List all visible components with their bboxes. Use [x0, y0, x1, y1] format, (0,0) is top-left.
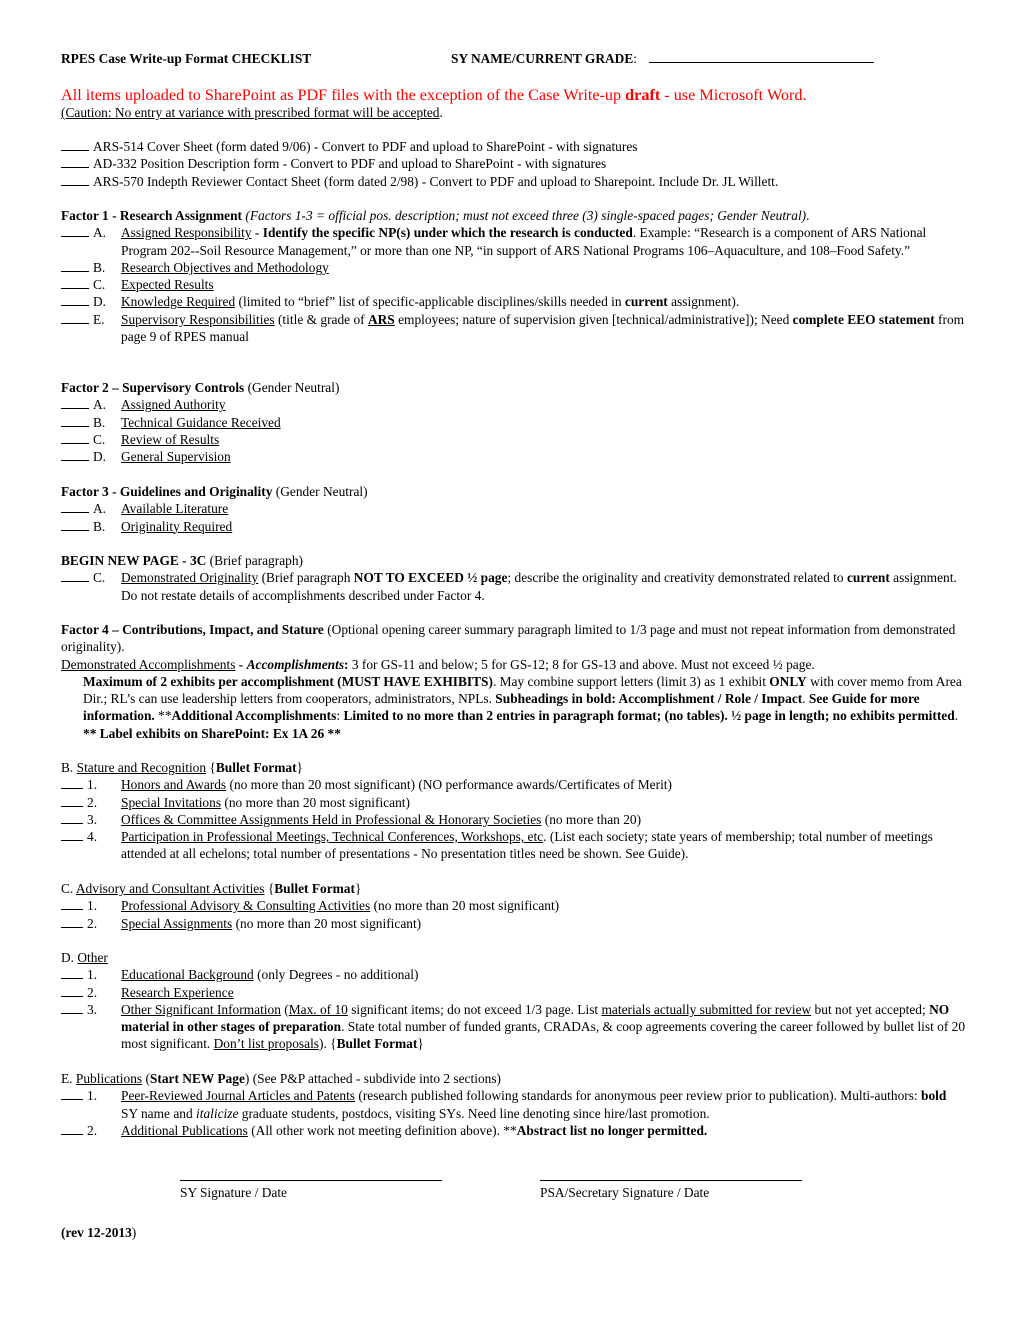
checkbox-line[interactable] [61, 1122, 83, 1135]
checklist-item: 1. Peer-Reviewed Journal Articles and Pa… [61, 1087, 966, 1122]
psa-signature-label: PSA/Secretary Signature / Date [540, 1185, 710, 1200]
section-d-heading: D. Other [61, 950, 108, 965]
psa-signature-field[interactable]: PSA/Secretary Signature / Date [540, 1180, 802, 1201]
checkbox-line[interactable] [61, 224, 89, 238]
checkbox-line[interactable] [61, 915, 83, 928]
checkbox-line[interactable] [61, 569, 89, 583]
section-c-heading: C. Advisory and Consultant Activities {B… [61, 881, 362, 896]
checklist-item: 1. Honors and Awards (no more than 20 mos… [61, 776, 966, 793]
document-title: RPES Case Write-up Format CHECKLIST [61, 51, 312, 66]
sy-signature-field[interactable]: SY Signature / Date [180, 1180, 442, 1201]
signature-line [180, 1180, 442, 1181]
checkbox-line[interactable] [61, 431, 89, 444]
checklist-item: C. Demonstrated Originality (Brief parag… [61, 569, 966, 604]
checkbox-line[interactable] [61, 828, 83, 842]
checklist-item: C. Expected Results [61, 276, 966, 293]
checklist-item: C. Review of Results [61, 431, 966, 448]
checklist-item: 2. Special Assignments (no more than 20 m… [61, 915, 966, 932]
new-page-3c-heading: BEGIN NEW PAGE - 3C (Brief paragraph) [61, 553, 303, 568]
checklist-item: A. Assigned Responsibility - Identify th… [61, 224, 966, 259]
checklist-item: 3. Offices & Committee Assignments Held i… [61, 811, 966, 828]
checkbox-line[interactable] [61, 811, 83, 824]
checklist-item: A. Available Literature [61, 500, 966, 517]
sy-name-label: SY NAME/CURRENT GRADE [451, 51, 634, 66]
signature-line [540, 1180, 802, 1181]
new-page-3c-section: BEGIN NEW PAGE - 3C (Brief paragraph) C.… [61, 552, 966, 604]
checklist-item: D. General Supervision [61, 448, 966, 465]
checkbox-line[interactable] [61, 311, 89, 324]
checklist-item: D. Knowledge Required (limited to “brief… [61, 293, 966, 310]
factor-1-section: Factor 1 - Research Assignment (Factors … [61, 207, 966, 345]
checklist-item: 3. Other Significant Information (Max. o… [61, 1001, 966, 1053]
checklist-item: 1. Educational Background (only Degrees -… [61, 966, 966, 983]
accomplishments-detail: Maximum of 2 exhibits per accomplishment… [83, 673, 962, 741]
checkbox-line[interactable] [61, 794, 83, 807]
checklist-item: 4. Participation in Professional Meetings… [61, 828, 966, 863]
checkbox-line[interactable] [61, 448, 89, 462]
factor-3-heading: Factor 3 - Guidelines and Originality (G… [61, 484, 368, 499]
form-item: AD-332 Position Description form - Conve… [61, 155, 966, 172]
checkbox-line[interactable] [61, 966, 83, 980]
checkbox-line[interactable] [61, 173, 89, 186]
checkbox-line[interactable] [61, 518, 89, 531]
sy-name-input-line[interactable] [649, 50, 875, 63]
header: RPES Case Write-up Format CHECKLIST SY N… [61, 50, 966, 67]
demonstrated-accomplishments: Demonstrated Accomplishments - Accomplis… [61, 656, 815, 672]
checklist-item: B. Technical Guidance Received [61, 414, 966, 431]
section-b-heading: B. Stature and Recognition {Bullet Forma… [61, 760, 303, 775]
checklist-item: E. Supervisory Responsibilities (title &… [61, 311, 966, 346]
advisory-consultant-section: C. Advisory and Consultant Activities {B… [61, 880, 966, 932]
checkbox-line[interactable] [61, 155, 89, 169]
checkbox-line[interactable] [61, 293, 89, 307]
form-item: ARS-570 Indepth Reviewer Contact Sheet (… [61, 173, 966, 190]
factor-2-section: Factor 2 – Supervisory Controls (Gender … [61, 379, 966, 465]
publications-section: E. Publications (Start NEW Page) (See P&… [61, 1070, 966, 1139]
forms-list: ARS-514 Cover Sheet (form dated 9/06) - … [61, 138, 966, 190]
caution-note: (Caution: No entry at variance with pres… [61, 105, 443, 120]
checklist-item: B. Research Objectives and Methodology [61, 259, 966, 276]
checkbox-line[interactable] [61, 1001, 83, 1014]
checkbox-line[interactable] [61, 396, 89, 410]
checkbox-line[interactable] [61, 138, 89, 151]
checklist-item: 2. Additional Publications (All other wo… [61, 1122, 966, 1139]
upload-notice: All items uploaded to SharePoint as PDF … [61, 86, 807, 104]
sy-name-grade-field: SY NAME/CURRENT GRADE: [451, 50, 875, 67]
factor-1-heading: Factor 1 - Research Assignment (Factors … [61, 208, 810, 223]
checkbox-line[interactable] [61, 1087, 83, 1101]
section-e-heading: E. Publications (Start NEW Page) (See P&… [61, 1071, 501, 1086]
other-section: D. Other 1. Educational Background (only … [61, 949, 966, 1053]
checkbox-line[interactable] [61, 776, 83, 790]
factor-4-heading: Factor 4 – Contributions, Impact, and St… [61, 622, 956, 655]
checklist-item: 1. Professional Advisory & Consulting Act… [61, 897, 966, 914]
checkbox-line[interactable] [61, 897, 83, 911]
sy-signature-label: SY Signature / Date [180, 1185, 287, 1200]
checklist-item: 2. Special Invitations (no more than 20 m… [61, 794, 966, 811]
checkbox-line[interactable] [61, 414, 89, 427]
factor-3-section: Factor 3 - Guidelines and Originality (G… [61, 483, 966, 535]
checklist-item: 2. Research Experience [61, 984, 966, 1001]
factor-4-section: Factor 4 – Contributions, Impact, and St… [61, 621, 966, 742]
revision-note: (rev 12-2013) [61, 1225, 137, 1240]
checkbox-line[interactable] [61, 984, 83, 997]
factor-2-heading: Factor 2 – Supervisory Controls (Gender … [61, 380, 340, 395]
checkbox-line[interactable] [61, 500, 89, 514]
checkbox-line[interactable] [61, 259, 89, 272]
checklist-item: B. Originality Required [61, 518, 966, 535]
stature-recognition-section: B. Stature and Recognition {Bullet Forma… [61, 759, 966, 863]
form-item: ARS-514 Cover Sheet (form dated 9/06) - … [61, 138, 966, 155]
checklist-item: A. Assigned Authority [61, 396, 966, 413]
checkbox-line[interactable] [61, 276, 89, 290]
